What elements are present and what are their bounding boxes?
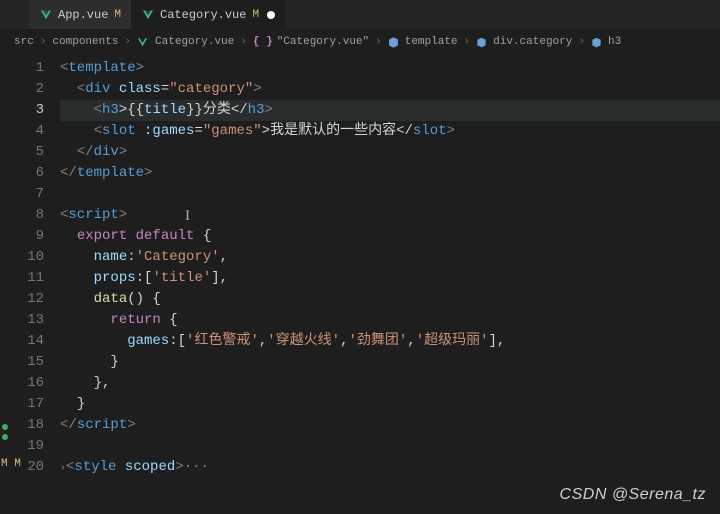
chevron-right-icon: › (124, 36, 131, 48)
tab-bar: App.vue M Category.vue M (0, 0, 720, 30)
breadcrumb-part[interactable]: template (405, 36, 458, 48)
vue-icon (40, 9, 52, 21)
breadcrumb-part[interactable]: h3 (608, 36, 621, 48)
breadcrumb[interactable]: src › components › Category.vue › { } "C… (0, 30, 720, 54)
tab-label: Category.vue (160, 8, 246, 22)
vue-icon (142, 9, 154, 21)
line-numbers: 1234567891011121314151617181920 (14, 54, 60, 478)
unsaved-dot (267, 11, 275, 19)
gutter-dots (2, 424, 8, 440)
tab-modified: M (252, 9, 259, 21)
cube-icon (388, 37, 399, 48)
brace-icon: { } (253, 36, 273, 48)
gutter-modified: M M (1, 458, 21, 470)
editor[interactable]: 1234567891011121314151617181920 <templat… (0, 54, 720, 478)
breadcrumb-part[interactable]: components (52, 36, 118, 48)
tab-label: App.vue (58, 8, 108, 22)
watermark: CSDN @Serena_tz (560, 486, 706, 504)
chevron-right-icon: › (464, 36, 471, 48)
chevron-right-icon: › (375, 36, 382, 48)
gutter (0, 54, 14, 478)
chevron-right-icon: › (40, 36, 47, 48)
cube-icon (591, 37, 602, 48)
breadcrumb-part[interactable]: src (14, 36, 34, 48)
chevron-right-icon: › (578, 36, 585, 48)
tab-modified: M (114, 9, 121, 21)
vue-icon (137, 37, 148, 48)
tab-app-vue[interactable]: App.vue M (30, 0, 132, 29)
breadcrumb-part[interactable]: Category.vue (155, 36, 234, 48)
chevron-right-icon: › (240, 36, 247, 48)
breadcrumb-part[interactable]: div.category (493, 36, 572, 48)
breadcrumb-part[interactable]: "Category.vue" (277, 36, 369, 48)
code-area[interactable]: <template> <div class="category"> <h3>{{… (60, 54, 720, 478)
cube-icon (476, 37, 487, 48)
tab-category-vue[interactable]: Category.vue M (132, 0, 286, 29)
text-cursor-icon: I (185, 208, 190, 225)
